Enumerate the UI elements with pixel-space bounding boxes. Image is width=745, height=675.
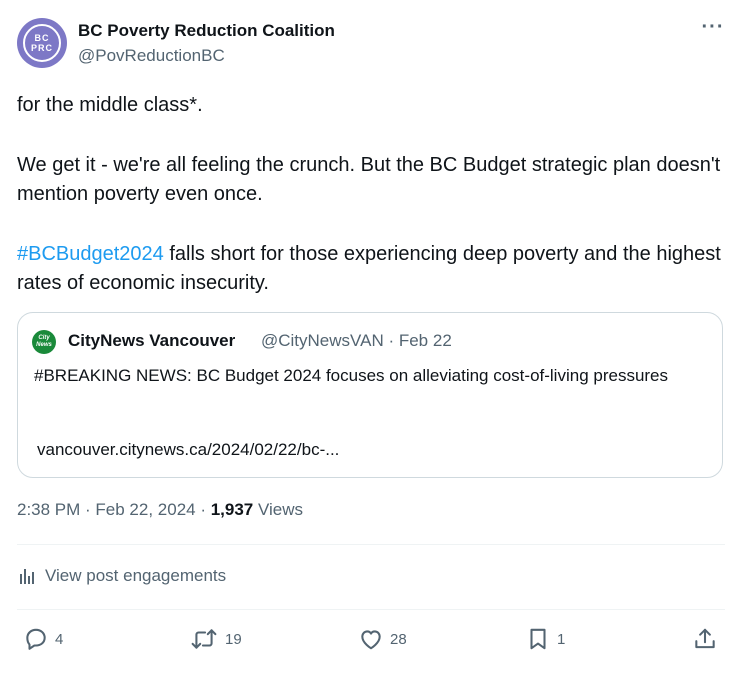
reply-button[interactable]: 4 <box>23 626 63 652</box>
post-timestamp: 2:38 PM · Feb 22, 2024 · 1,937 Views <box>17 500 303 520</box>
avatar-text-line1: BC <box>34 33 50 43</box>
like-count: 28 <box>390 630 407 648</box>
quoted-author-name: CityNews Vancouver <box>68 331 236 350</box>
share-button[interactable] <box>692 626 724 652</box>
reply-icon <box>26 628 46 650</box>
tweet-paragraph-3: #BCBudget2024 falls short for those expe… <box>17 240 727 298</box>
repost-count: 19 <box>225 630 242 648</box>
author-avatar[interactable]: BC PRC <box>17 18 67 68</box>
avatar-text-line2: PRC <box>30 43 53 53</box>
quoted-post-text: #BREAKING NEWS: BC Budget 2024 focuses o… <box>34 366 669 385</box>
quoted-post-link[interactable]: vancouver.citynews.ca/2024/02/22/bc-... <box>37 440 339 460</box>
quoted-post[interactable]: City News CityNews Vancouver @CityNewsVA… <box>17 312 723 478</box>
bookmark-button[interactable]: 1 <box>525 626 565 652</box>
views-label: Views <box>253 500 304 519</box>
view-engagements-label: View post engagements <box>45 566 227 585</box>
more-options-icon[interactable]: ··· <box>701 17 725 42</box>
view-engagements-link[interactable]: View post engagements <box>17 566 226 586</box>
analytics-icon <box>20 569 34 584</box>
share-icon <box>695 628 715 649</box>
divider <box>17 609 725 610</box>
divider <box>17 544 725 545</box>
tweet-paragraph-2: We get it - we're all feeling the crunch… <box>17 154 721 205</box>
repost-icon <box>191 629 217 649</box>
author-name[interactable]: BC Poverty Reduction Coalition <box>78 21 335 41</box>
hashtag-link[interactable]: #BCBudget2024 <box>17 243 164 265</box>
tweet-line-1: for the middle class*. <box>17 94 203 116</box>
heart-icon <box>361 630 381 650</box>
quoted-avatar-line1: City <box>38 335 50 341</box>
like-button[interactable]: 28 <box>358 626 407 652</box>
quoted-avatar-line2: News <box>36 342 52 348</box>
reply-count: 4 <box>55 630 64 648</box>
repost-button[interactable]: 19 <box>189 626 242 652</box>
views-count: 1,937 <box>210 500 254 519</box>
author-handle[interactable]: @PovReductionBC <box>78 46 225 66</box>
post-time-date[interactable]: 2:38 PM · Feb 22, 2024 · <box>17 500 211 519</box>
bookmark-count: 1 <box>557 630 566 648</box>
quoted-author-meta: @CityNewsVAN · Feb 22 <box>261 331 452 350</box>
quoted-author-avatar: City News <box>32 330 56 354</box>
tweet-text: for the middle class*. We get it - we're… <box>17 91 727 298</box>
bookmark-icon <box>530 628 546 650</box>
avatar-logo: BC PRC <box>23 24 61 62</box>
